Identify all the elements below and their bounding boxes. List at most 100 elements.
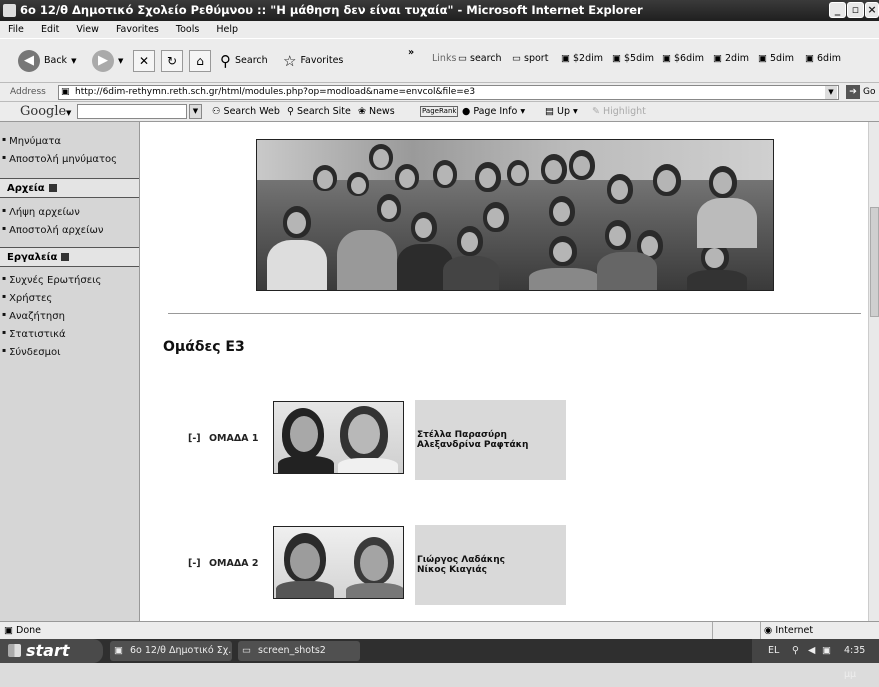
sidebar-item-send-message[interactable]: Αποστολή μηνύματος [2,154,117,165]
favorites-star-icon: ☆ [283,52,297,70]
taskbar-item-ie[interactable]: ▣ 6ο 12/θ Δημοτικό Σχ... [110,641,232,661]
up-label: Up [557,106,570,117]
search-site-label: Search Site [296,106,351,117]
link-5dim-dollar-label: $5dim [624,53,655,64]
collapse-box-icon[interactable] [61,253,70,261]
forward-button[interactable]: ▶ ▼ [92,50,123,72]
pagerank-indicator: PageRank [420,106,459,117]
sidebar-item-users[interactable]: Χρήστες [2,293,52,304]
team-2-label: ΟΜΑΔΑ 2 [208,558,259,569]
news-label: News [368,106,395,117]
team-2-toggle[interactable]: [-] [188,558,201,569]
link-2dim-dollar[interactable]: ▣ $2dim [561,53,603,64]
link-6dim[interactable]: ▣ 6dim [805,53,841,64]
start-button[interactable]: start [0,639,103,663]
tray-app-icon[interactable]: ▣ [822,639,831,663]
link-search[interactable]: ▭ search [458,53,502,64]
forward-dropdown-icon[interactable]: ▼ [118,50,123,72]
team-2-photo [273,526,404,599]
language-indicator[interactable]: EL [768,639,779,663]
link-2dim-label: 2dim [725,53,749,64]
standard-toolbar: ◀ Back ▼ ▶ ▼ ✕ ↻ ⌂ ⚲ Search ☆ Favorites … [0,38,879,83]
menu-favorites[interactable]: Favorites [116,24,159,35]
folder-task-icon: ▭ [242,645,251,656]
google-search-input[interactable] [77,104,187,119]
back-button[interactable]: ◀ Back ▼ [18,50,76,72]
google-logo[interactable]: Google [20,102,66,122]
news-button[interactable]: ❀ News [358,102,395,122]
team-1-member-2: Αλεξανδρίνα Ραφτάκη [417,440,529,450]
menu-tools[interactable]: Tools [176,24,199,35]
sidebar-item-download-files[interactable]: Λήψη αρχείων [2,207,80,218]
google-search-dropdown-icon[interactable]: ▼ [189,104,202,119]
sidebar-item-messages[interactable]: Μηνύματα [2,136,61,147]
go-arrow-icon[interactable]: ➔ [846,85,860,99]
stop-button[interactable]: ✕ [133,50,155,72]
up-button[interactable]: ▤ Up ▾ [545,102,578,122]
page-info-button[interactable]: ● Page Info ▾ [462,102,525,122]
taskbar-item-folder-label: screen_shots2 [258,645,326,656]
menu-file[interactable]: File [8,24,24,35]
menu-view[interactable]: View [76,24,99,35]
page-info-label: Page Info [473,106,518,117]
sidebar-item-statistics[interactable]: Στατιστικά [2,329,66,340]
vertical-scrollbar[interactable] [868,122,879,621]
windows-logo-icon [8,644,21,657]
search-web-button[interactable]: ⚇ Search Web [212,102,280,122]
back-arrow-icon: ◀ [18,50,40,72]
link-2dim-dollar-label: $2dim [573,53,604,64]
address-url: http://6dim-rethymn.reth.sch.gr/html/mod… [75,87,476,97]
scrollbar-thumb[interactable] [870,207,879,317]
sidebar-item-links[interactable]: Σύνδεσμοι [2,347,60,358]
maximize-button[interactable]: ▫ [847,2,864,18]
link-sport[interactable]: ▭ sport [512,53,548,64]
go-button[interactable]: Go [863,83,875,102]
address-dropdown-icon[interactable]: ▼ [825,86,837,99]
status-text: Done [16,625,42,636]
close-button[interactable]: × [865,2,879,18]
toolbar-overflow-chevron-icon[interactable]: » [408,47,414,58]
windows-taskbar: start ▣ 6ο 12/θ Δημοτικό Σχ... ▭ screen_… [0,639,879,680]
team-2-row: [-] ΟΜΑΔΑ 2 [188,558,258,569]
search-button[interactable]: ⚲ Search [220,50,268,72]
team-1-label: ΟΜΑΔΑ 1 [208,433,259,444]
address-label: Address [10,87,46,97]
link-5dim-dollar[interactable]: ▣ $5dim [612,53,654,64]
search-web-label: Search Web [223,106,280,117]
sidebar-item-search[interactable]: Αναζήτηση [2,311,65,322]
volume-icon[interactable]: ◀ [808,639,815,663]
taskbar-item-ie-label: 6ο 12/θ Δημοτικό Σχ... [130,645,232,656]
collapse-box-icon[interactable] [48,184,57,192]
link-5dim[interactable]: ▣ 5dim [758,53,794,64]
menu-help[interactable]: Help [216,24,238,35]
ie-app-icon [3,4,16,17]
team-2-member-2: Νίκος Κιαγιάς [417,565,487,575]
highlight-button[interactable]: ✎ Highlight [592,102,646,122]
page-title: Ομάδες Ε3 [163,339,245,355]
address-input[interactable]: ▣ http://6dim-rethymn.reth.sch.gr/html/m… [58,85,839,100]
zone-indicator: ◉ Internet [760,622,813,640]
search-site-button[interactable]: ⚲ Search Site [287,102,351,122]
link-6dim-dollar[interactable]: ▣ $6dim [662,53,704,64]
menu-bar: File Edit View Favorites Tools Help [0,21,879,38]
tools-header-label: Εργαλεία [7,252,58,263]
network-icon[interactable]: ⚲ [792,639,799,663]
left-sidebar: Μηνύματα Αποστολή μηνύματος Αρχεία Λήψη … [0,122,140,621]
sidebar-item-faq[interactable]: Συχνές Ερωτήσεις [2,275,101,286]
team-1-toggle[interactable]: [-] [188,433,201,444]
content-divider [168,313,861,314]
back-dropdown-icon[interactable]: ▼ [71,50,76,72]
team-1-members: Στέλλα Παρασύρη Αλεξανδρίνα Ραφτάκη [415,400,566,480]
link-2dim[interactable]: ▣ 2dim [713,53,749,64]
sidebar-section-files: Αρχεία [0,178,139,198]
favorites-button[interactable]: ☆ Favorites [283,50,343,72]
minimize-button[interactable]: _ [829,2,846,18]
system-tray: EL ⚲ ◀ ▣ 4:35 μμ [752,639,879,680]
refresh-button[interactable]: ↻ [161,50,183,72]
link-6dim-dollar-label: $6dim [674,53,705,64]
google-menu-dropdown-icon[interactable]: ▼ [66,103,71,123]
home-button[interactable]: ⌂ [189,50,211,72]
taskbar-item-folder[interactable]: ▭ screen_shots2 [238,641,360,661]
menu-edit[interactable]: Edit [41,24,59,35]
sidebar-item-upload-files[interactable]: Αποστολή αρχείων [2,225,103,236]
